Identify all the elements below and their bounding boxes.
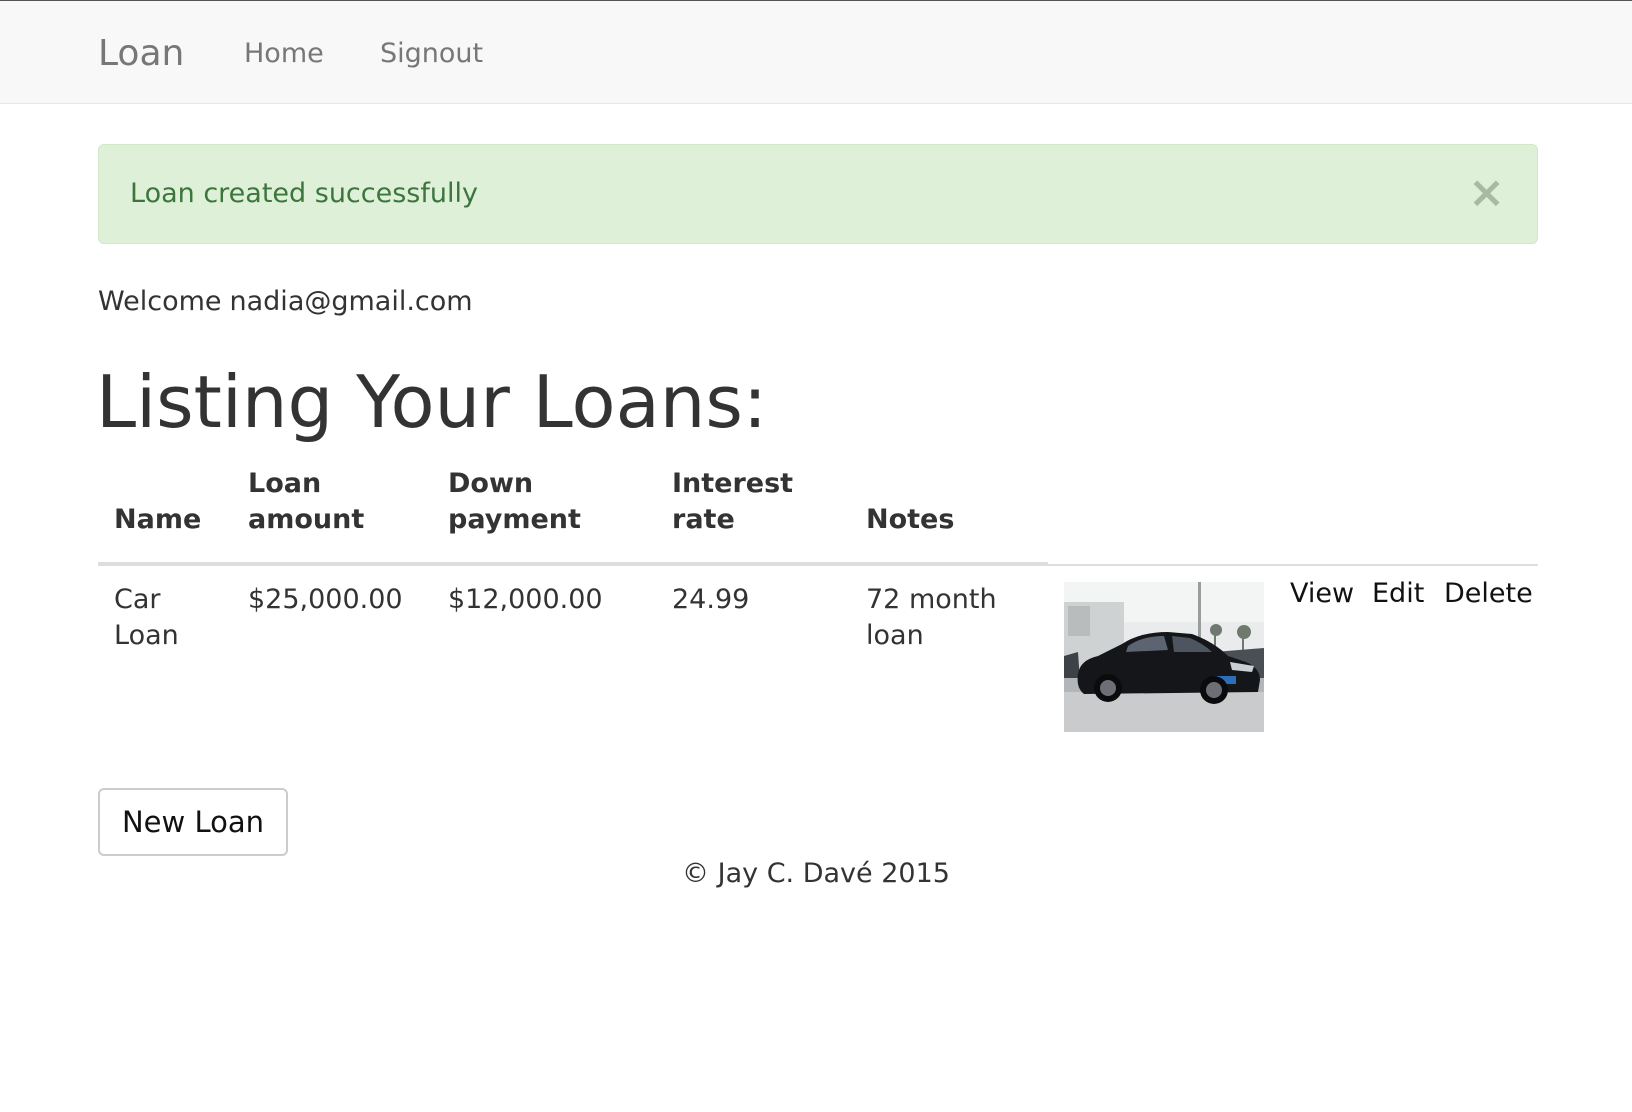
cell-interest-rate: 24.99 [672, 584, 750, 615]
header-down-payment: Down payment [448, 466, 581, 538]
cell-notes-line-1: 72 month [866, 584, 997, 615]
alert-message: Loan created successfully [130, 178, 478, 209]
new-loan-button[interactable]: New Loan [98, 788, 288, 856]
header-interest-rate: Interest rate [672, 466, 793, 538]
car-photo-image [1064, 582, 1264, 732]
nav-signout-link[interactable]: Signout [380, 37, 483, 71]
user-email: nadia@gmail.com [229, 286, 473, 317]
header-notes: Notes [866, 504, 955, 535]
header-loan-amount: Loan amount [248, 466, 364, 538]
cell-name-line-2: Loan [114, 620, 179, 651]
brand-link[interactable]: Loan [98, 32, 184, 76]
header-interest-rate-line-2: rate [672, 504, 735, 535]
header-name: Name [114, 504, 202, 535]
cell-name-line-1: Car [114, 584, 161, 615]
footer-copyright: © Jay C. Davé 2015 [682, 858, 950, 889]
view-link[interactable]: View [1290, 576, 1354, 612]
header-divider [98, 562, 1048, 566]
cell-name: Car Loan [114, 582, 179, 654]
cell-down-payment: $12,000.00 [448, 584, 603, 615]
welcome-message: Welcome nadia@gmail.com [98, 285, 481, 319]
navbar: Loan Home Signout [0, 0, 1632, 104]
header-interest-rate-line-1: Interest [672, 468, 794, 499]
close-icon[interactable]: × [1468, 171, 1505, 215]
cell-notes-line-2: loan [866, 620, 924, 651]
cell-notes: 72 month loan [866, 582, 997, 654]
cell-loan-amount: $25,000.00 [248, 584, 403, 615]
welcome-prefix: Welcome [98, 286, 222, 317]
nav-home-link[interactable]: Home [244, 37, 324, 71]
delete-link[interactable]: Delete [1444, 576, 1533, 612]
header-loan-amount-line-2: amount [248, 504, 365, 535]
edit-link[interactable]: Edit [1372, 576, 1424, 612]
car-photo [1064, 582, 1264, 732]
header-down-payment-line-1: Down [448, 468, 534, 499]
header-down-payment-line-2: payment [448, 504, 581, 535]
header-divider-thin [1048, 564, 1538, 566]
success-alert: Loan created successfully × [98, 144, 1538, 244]
header-loan-amount-line-1: Loan [248, 468, 322, 499]
page-title: Listing Your Loans: [96, 360, 768, 444]
